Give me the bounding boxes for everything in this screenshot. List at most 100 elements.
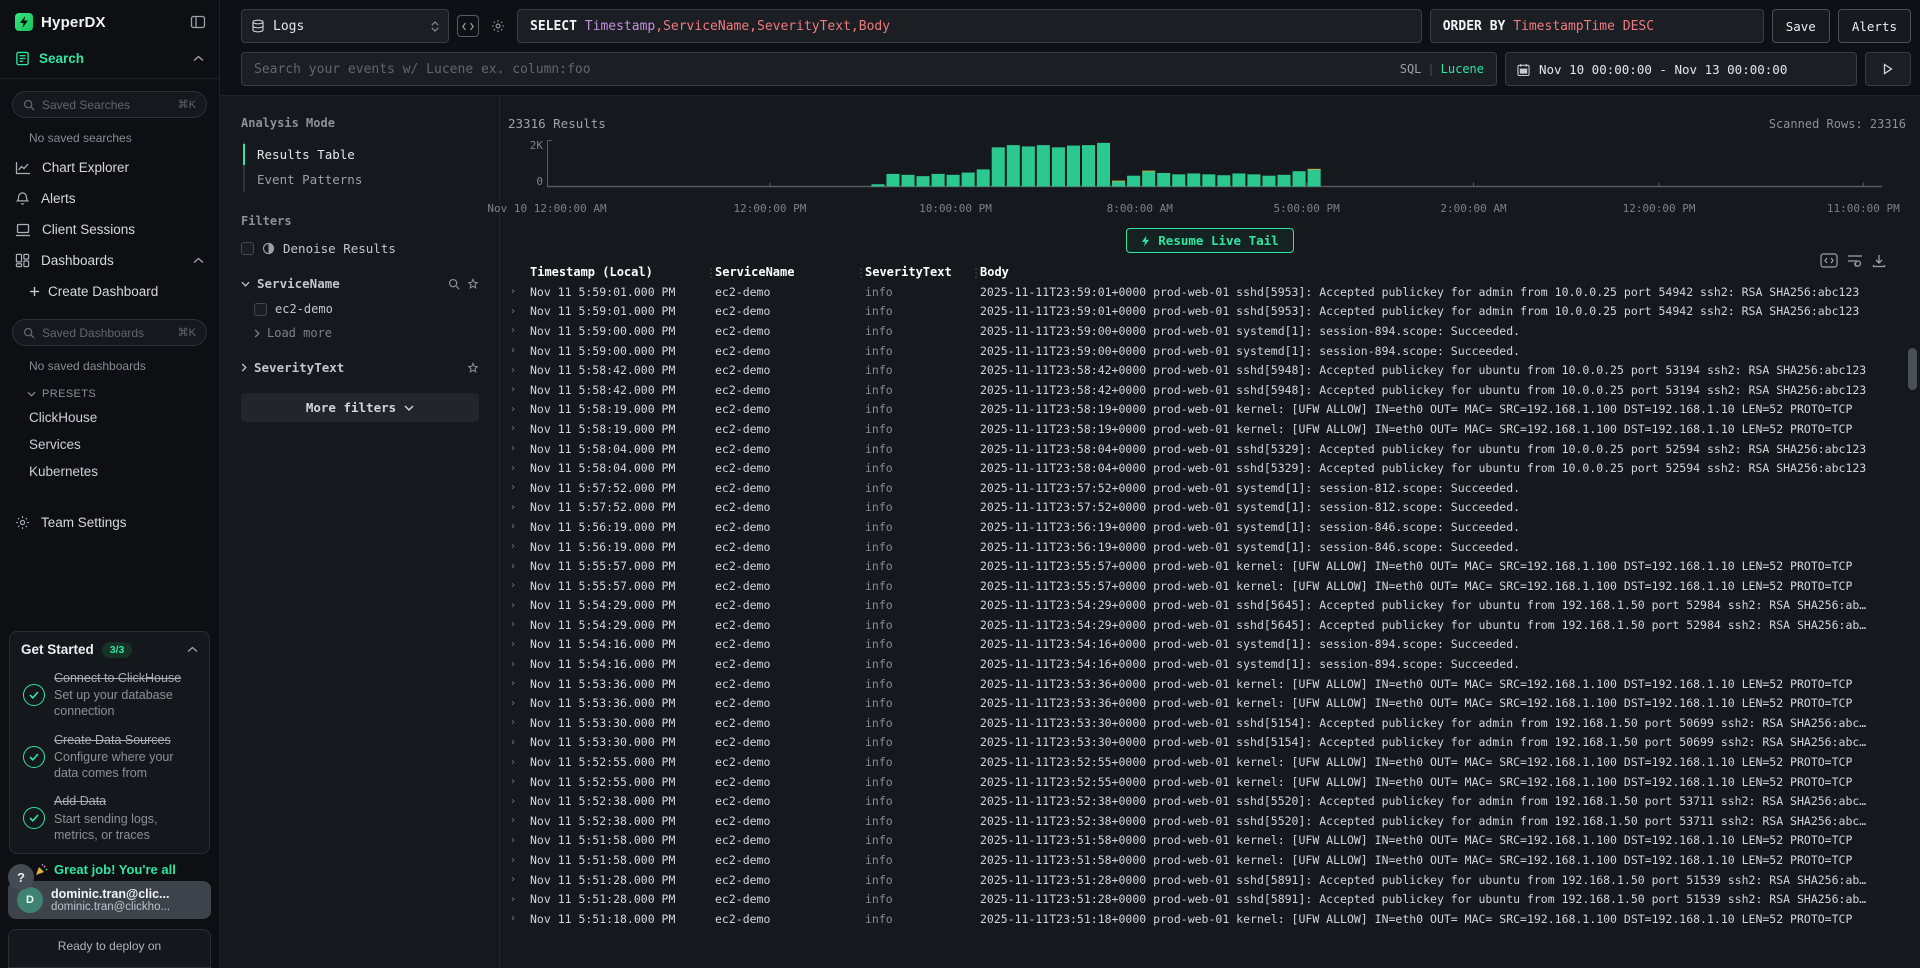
get-started-step-add-data[interactable]: Add Data Start sending logs, metrics, or…	[21, 793, 198, 843]
table-row[interactable]: › Nov 11 5:58:19.000 PM ec2-demo info 20…	[500, 400, 1920, 420]
table-row[interactable]: › Nov 11 5:51:18.000 PM ec2-demo info 20…	[500, 909, 1920, 929]
download-icon[interactable]	[1872, 254, 1886, 268]
histogram-plot[interactable]	[547, 139, 1882, 201]
chevron-up-icon[interactable]	[193, 55, 204, 62]
column-resize-grip[interactable]: ⋮	[970, 266, 982, 280]
sidebar-item-chart-explorer[interactable]: Chart Explorer	[0, 152, 219, 183]
row-expand-chevron-icon[interactable]: ›	[500, 365, 530, 376]
row-expand-chevron-icon[interactable]: ›	[500, 874, 530, 885]
row-expand-chevron-icon[interactable]: ›	[500, 678, 530, 689]
table-row[interactable]: › Nov 11 5:53:36.000 PM ec2-demo info 20…	[500, 674, 1920, 694]
filter-group-severitytext[interactable]: SeverityText	[241, 360, 479, 375]
row-expand-chevron-icon[interactable]: ›	[500, 639, 530, 650]
row-expand-chevron-icon[interactable]: ›	[500, 443, 530, 454]
code-view-icon[interactable]	[457, 15, 479, 37]
table-row[interactable]: › Nov 11 5:54:29.000 PM ec2-demo info 20…	[500, 615, 1920, 635]
event-search-input[interactable]: Search your events w/ Lucene ex. column:…	[241, 52, 1497, 86]
table-row[interactable]: › Nov 11 5:54:16.000 PM ec2-demo info 20…	[500, 635, 1920, 655]
more-filters-button[interactable]: More filters	[241, 393, 479, 422]
language-toggle-lucene[interactable]: Lucene	[1441, 62, 1484, 76]
row-expand-chevron-icon[interactable]: ›	[500, 384, 530, 395]
sidebar-item-client-sessions[interactable]: Client Sessions	[0, 214, 219, 245]
table-row[interactable]: › Nov 11 5:59:00.000 PM ec2-demo info 20…	[500, 341, 1920, 361]
order-by-input[interactable]: ORDER BY TimestampTime DESC	[1430, 9, 1764, 43]
scrollbar-thumb[interactable]	[1908, 348, 1917, 390]
run-query-button[interactable]	[1865, 52, 1911, 86]
table-scrollbar[interactable]	[1908, 348, 1917, 964]
row-expand-chevron-icon[interactable]: ›	[500, 580, 530, 591]
row-expand-chevron-icon[interactable]: ›	[500, 345, 530, 356]
row-expand-chevron-icon[interactable]: ›	[500, 521, 530, 532]
saved-searches-input[interactable]: Saved Searches ⌘K	[12, 91, 207, 118]
row-expand-chevron-icon[interactable]: ›	[500, 835, 530, 846]
row-expand-chevron-icon[interactable]: ›	[500, 659, 530, 670]
time-range-picker[interactable]: Nov 10 00:00:00 - Nov 13 00:00:00	[1505, 52, 1857, 86]
table-row[interactable]: › Nov 11 5:54:16.000 PM ec2-demo info 20…	[500, 654, 1920, 674]
table-row[interactable]: › Nov 11 5:56:19.000 PM ec2-demo info 20…	[500, 517, 1920, 537]
row-expand-chevron-icon[interactable]: ›	[500, 306, 530, 317]
save-button[interactable]: Save	[1772, 9, 1830, 43]
table-row[interactable]: › Nov 11 5:56:19.000 PM ec2-demo info 20…	[500, 537, 1920, 557]
create-dashboard-button[interactable]: Create Dashboard	[0, 276, 219, 307]
table-row[interactable]: › Nov 11 5:57:52.000 PM ec2-demo info 20…	[500, 498, 1920, 518]
row-expand-chevron-icon[interactable]: ›	[500, 796, 530, 807]
resume-live-tail-button[interactable]: Resume Live Tail	[1126, 228, 1293, 253]
presets-toggle[interactable]: PRESETS	[0, 380, 219, 404]
row-expand-chevron-icon[interactable]: ›	[500, 913, 530, 924]
sidebar-item-alerts[interactable]: Alerts	[0, 183, 219, 214]
row-expand-chevron-icon[interactable]: ›	[500, 776, 530, 787]
filter-group-servicename[interactable]: ServiceName	[241, 276, 479, 291]
row-expand-chevron-icon[interactable]: ›	[500, 463, 530, 474]
row-expand-chevron-icon[interactable]: ›	[500, 737, 530, 748]
sidebar-preset-kubernetes[interactable]: Kubernetes	[0, 458, 219, 485]
row-expand-chevron-icon[interactable]: ›	[500, 698, 530, 709]
tab-results-table[interactable]: Results Table	[245, 142, 479, 167]
sidebar-collapse-icon[interactable]	[190, 14, 206, 30]
table-row[interactable]: › Nov 11 5:54:29.000 PM ec2-demo info 20…	[500, 596, 1920, 616]
table-row[interactable]: › Nov 11 5:53:36.000 PM ec2-demo info 20…	[500, 693, 1920, 713]
source-select[interactable]: Logs	[241, 9, 449, 43]
chevron-up-icon[interactable]	[193, 257, 204, 264]
row-expand-chevron-icon[interactable]: ›	[500, 502, 530, 513]
table-row[interactable]: › Nov 11 5:58:04.000 PM ec2-demo info 20…	[500, 439, 1920, 459]
row-expand-chevron-icon[interactable]: ›	[500, 757, 530, 768]
sidebar-item-team-settings[interactable]: Team Settings	[0, 507, 219, 538]
table-row[interactable]: › Nov 11 5:51:28.000 PM ec2-demo info 20…	[500, 889, 1920, 909]
pin-icon[interactable]	[467, 278, 479, 290]
user-menu[interactable]: D dominic.tran@clic... dominic.tran@clic…	[8, 881, 211, 919]
table-row[interactable]: › Nov 11 5:58:04.000 PM ec2-demo info 20…	[500, 458, 1920, 478]
row-expand-chevron-icon[interactable]: ›	[500, 325, 530, 336]
table-row[interactable]: › Nov 11 5:51:28.000 PM ec2-demo info 20…	[500, 870, 1920, 890]
table-row[interactable]: › Nov 11 5:51:58.000 PM ec2-demo info 20…	[500, 850, 1920, 870]
table-row[interactable]: › Nov 11 5:58:42.000 PM ec2-demo info 20…	[500, 380, 1920, 400]
table-row[interactable]: › Nov 11 5:55:57.000 PM ec2-demo info 20…	[500, 556, 1920, 576]
row-expand-chevron-icon[interactable]: ›	[500, 600, 530, 611]
sidebar-item-search[interactable]: Search	[0, 41, 219, 79]
table-row[interactable]: › Nov 11 5:51:58.000 PM ec2-demo info 20…	[500, 831, 1920, 851]
table-row[interactable]: › Nov 11 5:57:52.000 PM ec2-demo info 20…	[500, 478, 1920, 498]
wrap-lines-icon[interactable]	[1847, 254, 1863, 267]
table-row[interactable]: › Nov 11 5:52:55.000 PM ec2-demo info 20…	[500, 752, 1920, 772]
get-started-step-sources[interactable]: Create Data Sources Configure where your…	[21, 732, 198, 782]
language-toggle-sql[interactable]: SQL	[1400, 62, 1422, 76]
row-expand-chevron-icon[interactable]: ›	[500, 423, 530, 434]
row-expand-chevron-icon[interactable]: ›	[500, 541, 530, 552]
row-expand-chevron-icon[interactable]: ›	[500, 815, 530, 826]
table-row[interactable]: › Nov 11 5:58:42.000 PM ec2-demo info 20…	[500, 360, 1920, 380]
filter-option-ec2-demo[interactable]: ec2-demo	[254, 302, 479, 316]
table-row[interactable]: › Nov 11 5:52:55.000 PM ec2-demo info 20…	[500, 772, 1920, 792]
sidebar-item-dashboards[interactable]: Dashboards	[0, 245, 219, 276]
row-expand-chevron-icon[interactable]: ›	[500, 404, 530, 415]
source-settings-gear-icon[interactable]	[487, 15, 509, 37]
table-row[interactable]: › Nov 11 5:55:57.000 PM ec2-demo info 20…	[500, 576, 1920, 596]
load-more-button[interactable]: Load more	[254, 326, 479, 340]
table-row[interactable]: › Nov 11 5:59:00.000 PM ec2-demo info 20…	[500, 321, 1920, 341]
search-icon[interactable]	[448, 278, 460, 290]
row-expand-chevron-icon[interactable]: ›	[500, 561, 530, 572]
alerts-button[interactable]: Alerts	[1838, 9, 1911, 43]
chevron-up-icon[interactable]	[187, 646, 198, 653]
sidebar-preset-services[interactable]: Services	[0, 431, 219, 458]
table-row[interactable]: › Nov 11 5:59:01.000 PM ec2-demo info 20…	[500, 282, 1920, 302]
row-expand-chevron-icon[interactable]: ›	[500, 286, 530, 297]
row-expand-chevron-icon[interactable]: ›	[500, 894, 530, 905]
